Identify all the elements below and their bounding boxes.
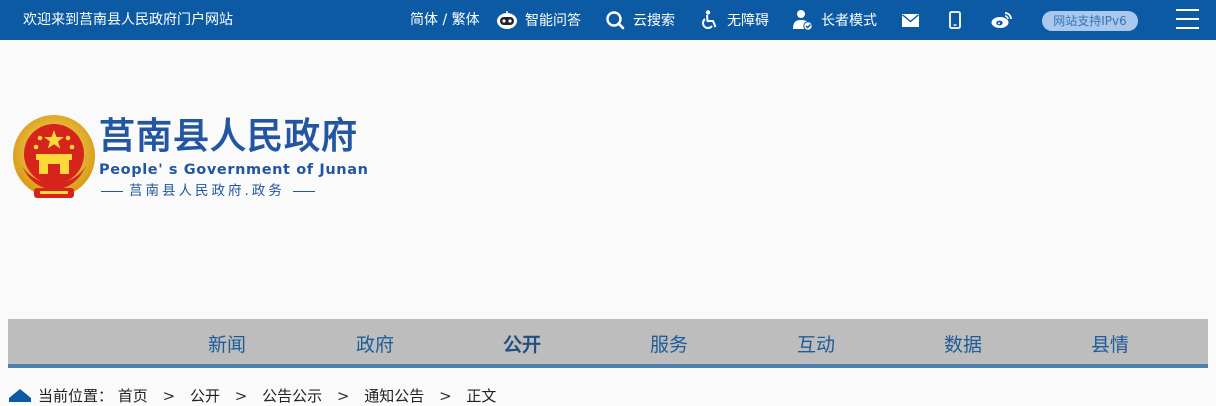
subtitle-rule-right [292,190,315,192]
subtitle-rule-left [101,190,123,192]
elder-mode-label: 长者模式 [821,13,877,29]
breadcrumb-separator: > [439,387,452,405]
breadcrumb-separator: > [234,387,248,405]
search-icon [606,11,625,30]
nav-divider-line [8,364,1208,368]
robot-icon [497,11,517,29]
elder-mode-button[interactable]: 长者模式 [792,0,877,40]
ai-qa-label: 智能问答 [525,13,581,29]
mobile-button[interactable] [949,0,961,40]
breadcrumb-prefix: 当前位置： [38,387,114,405]
mobile-icon [949,11,961,29]
breadcrumb-current: 正文 [466,387,497,405]
site-title[interactable]: 莒南县人民政府 [99,113,358,161]
hamburger-menu-icon[interactable] [1176,9,1200,31]
breadcrumb-separator: > [162,387,176,405]
nav-item-services[interactable]: 服务 [650,330,688,360]
wheelchair-icon [702,10,717,29]
email-button[interactable] [902,0,919,40]
ai-qa-button[interactable]: 智能问答 [496,0,581,40]
subtitle-cn-text: 莒南县人民政府.政务 [129,183,285,199]
accessibility-button[interactable]: 无障碍 [700,0,769,40]
nav-item-government[interactable]: 政府 [356,330,394,360]
accessibility-label: 无障碍 [727,13,769,29]
cloud-search-button[interactable]: 云搜索 [605,0,675,40]
nav-item-news[interactable]: 新闻 [208,330,246,360]
national-emblem-icon [13,115,95,198]
welcome-text: 欢迎来到莒南县人民政府门户网站 [23,12,233,28]
nav-item-interaction[interactable]: 互动 [797,330,835,360]
breadcrumb-disclosure[interactable]: 公开 [190,387,220,405]
language-switch: 简体 / 繁体 [410,0,480,40]
main-nav [8,319,1208,364]
lang-simplified-link[interactable]: 简体 [410,12,438,28]
top-bar: 欢迎来到莒南县人民政府门户网站 简体 / 繁体 智能问答 云搜索 无障碍 长者模… [0,0,1216,40]
lang-separator: / [438,12,452,28]
nav-item-data[interactable]: 数据 [944,330,982,360]
cloud-search-label: 云搜索 [633,13,675,29]
site-subtitle-english: People' s Government of Junan [99,162,369,178]
nav-item-county-info[interactable]: 县情 [1091,330,1129,360]
email-icon [902,13,919,27]
breadcrumb-announcements[interactable]: 公告公示 [262,387,322,405]
weibo-icon [991,12,1012,28]
breadcrumb-home[interactable]: 首页 [118,387,148,405]
ipv6-badge: 网站支持IPv6 [1042,11,1138,31]
weibo-button[interactable] [991,0,1013,40]
lang-traditional-link[interactable]: 繁体 [452,12,480,28]
site-subtitle-chinese: 莒南县人民政府.政务 [101,182,315,200]
nav-item-disclosure[interactable]: 公开 [503,330,541,360]
breadcrumb-separator: > [336,387,350,405]
breadcrumb: 当前位置： 首页 > 公开 > 公告公示 > 通知公告 > 正文 [38,386,496,406]
breadcrumb-notices[interactable]: 通知公告 [364,387,424,405]
elder-person-icon [793,10,813,31]
